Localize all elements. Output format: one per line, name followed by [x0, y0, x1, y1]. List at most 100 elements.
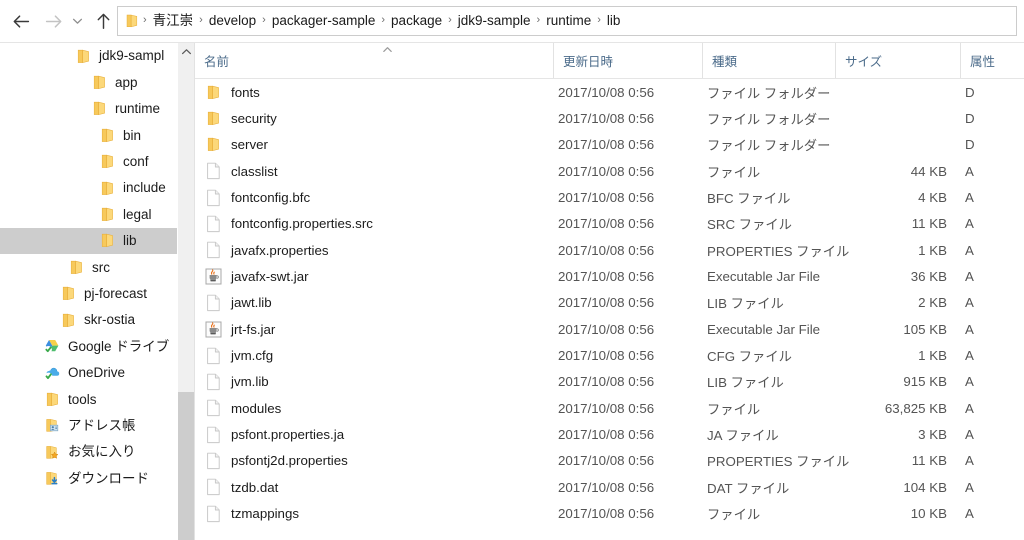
forward-button[interactable]: [40, 8, 66, 34]
nav-tree-item-bin[interactable]: bin: [0, 122, 177, 148]
file-name-cell[interactable]: modules: [205, 395, 555, 421]
file-name-cell[interactable]: classlist: [205, 158, 555, 184]
navigation-pane-scrollbar[interactable]: [177, 43, 195, 540]
file-row[interactable]: modules 2017/10/08 0:56 ファイル 63,825 KB A: [195, 395, 1024, 421]
file-name-label: javafx.properties: [231, 242, 329, 258]
file-rows: fonts 2017/10/08 0:56 ファイル フォルダー Dsecurity 2…: [195, 79, 1024, 527]
file-name-cell[interactable]: jrt-fs.jar: [205, 316, 555, 342]
file-row[interactable]: psfontj2d.properties 2017/10/08 0:56 PROPE…: [195, 448, 1024, 474]
column-header-size[interactable]: サイズ: [835, 43, 960, 78]
file-name-cell[interactable]: psfont.properties.ja: [205, 421, 555, 447]
file-name-cell[interactable]: jawt.lib: [205, 290, 555, 316]
nav-tree-item-tools[interactable]: tools: [0, 386, 177, 412]
file-name-cell[interactable]: fontconfig.bfc: [205, 184, 555, 210]
nav-tree-item-google-ドライブ[interactable]: Google ドライブ: [0, 333, 177, 359]
file-name-cell[interactable]: jvm.cfg: [205, 342, 555, 368]
chevron-down-icon: [72, 18, 82, 24]
breadcrumb: › 青江崇 › develop › packager-sample › package › jdk…: [124, 7, 625, 35]
file-row[interactable]: security 2017/10/08 0:56 ファイル フォルダー D: [195, 105, 1024, 131]
file-name-cell[interactable]: server: [205, 132, 555, 158]
breadcrumb-separator[interactable]: ›: [536, 14, 542, 26]
breadcrumb-separator[interactable]: ›: [198, 14, 204, 26]
nav-tree-item-お気に入り[interactable]: お気に入り: [0, 439, 177, 465]
file-name-cell[interactable]: javafx.properties: [205, 237, 555, 263]
nav-tree-item-src[interactable]: src: [0, 254, 177, 280]
file-row[interactable]: tzmappings 2017/10/08 0:56 ファイル 10 KB A: [195, 501, 1024, 527]
nav-tree-item-label: src: [92, 259, 110, 275]
file-name-cell[interactable]: tzmappings: [205, 501, 555, 527]
file-size-cell: 11 KB: [911, 453, 947, 469]
scrollbar-up-button[interactable]: [178, 43, 195, 60]
breadcrumb-item-6[interactable]: runtime: [541, 12, 596, 30]
breadcrumb-separator[interactable]: ›: [261, 14, 267, 26]
file-row[interactable]: tzdb.dat 2017/10/08 0:56 DAT ファイル 104 KB A: [195, 474, 1024, 500]
breadcrumb-separator[interactable]: ›: [447, 14, 453, 26]
recent-locations-button[interactable]: [68, 8, 86, 34]
breadcrumb-item-3[interactable]: packager-sample: [267, 12, 381, 30]
file-name-cell[interactable]: tzdb.dat: [205, 474, 555, 500]
file-size-cell: 36 KB: [910, 269, 947, 285]
nav-tree-item-アドレス帳[interactable]: アドレス帳: [0, 412, 177, 438]
file-row[interactable]: jrt-fs.jar 2017/10/08 0:56 Executable Jar …: [195, 316, 1024, 342]
breadcrumb-separator[interactable]: ›: [380, 14, 386, 26]
file-row[interactable]: jvm.cfg 2017/10/08 0:56 CFG ファイル 1 KB A: [195, 342, 1024, 368]
file-row[interactable]: fontconfig.bfc 2017/10/08 0:56 BFC ファイル 4 K…: [195, 184, 1024, 210]
breadcrumb-separator[interactable]: ›: [142, 14, 148, 26]
file-row[interactable]: classlist 2017/10/08 0:56 ファイル 44 KB A: [195, 158, 1024, 184]
file-row[interactable]: jvm.lib 2017/10/08 0:56 LIB ファイル 915 KB A: [195, 369, 1024, 395]
address-bar[interactable]: › 青江崇 › develop › packager-sample › package › jdk…: [117, 6, 1017, 36]
breadcrumb-item-1[interactable]: 青江崇: [148, 12, 199, 30]
nav-tree-item-onedrive[interactable]: OneDrive: [0, 360, 177, 386]
breadcrumb-item-5[interactable]: jdk9-sample: [453, 12, 536, 30]
breadcrumb-item-7[interactable]: lib: [602, 12, 626, 30]
folder-icon: [99, 127, 116, 144]
nav-tree-item-pj-forecast[interactable]: pj-forecast: [0, 281, 177, 307]
nav-tree-item-app[interactable]: app: [0, 69, 177, 95]
nav-tree-item-lib[interactable]: lib: [0, 227, 177, 255]
up-one-level-button[interactable]: [90, 8, 116, 34]
file-icon: [205, 162, 222, 180]
file-name-cell[interactable]: psfontj2d.properties: [205, 448, 555, 474]
nav-tree-item-jdk9-sampl[interactable]: jdk9-sampl: [0, 43, 177, 69]
column-header-name[interactable]: 名前: [195, 43, 553, 78]
column-header-attr[interactable]: 属性: [960, 43, 1024, 78]
file-row[interactable]: fontconfig.properties.src 2017/10/08 0:56…: [195, 211, 1024, 237]
file-name-label: security: [231, 110, 277, 126]
nav-tree-item-label: include: [123, 180, 166, 196]
column-header-date[interactable]: 更新日時: [553, 43, 702, 78]
file-row[interactable]: server 2017/10/08 0:56 ファイル フォルダー D: [195, 132, 1024, 158]
folder-icon: [91, 100, 108, 117]
folder-icon[interactable]: [124, 13, 140, 29]
nav-tree-item-conf[interactable]: conf: [0, 149, 177, 175]
file-date-cell: 2017/10/08 0:56: [558, 427, 655, 443]
file-icon: [205, 505, 222, 523]
breadcrumb-item-4[interactable]: package: [386, 12, 447, 30]
nav-tree-item-include[interactable]: include: [0, 175, 177, 201]
file-row[interactable]: psfont.properties.ja 2017/10/08 0:56 JA ファ…: [195, 421, 1024, 447]
file-row[interactable]: javafx.properties 2017/10/08 0:56 PROPERTI…: [195, 237, 1024, 263]
google-drive-icon: [44, 338, 61, 355]
file-type-cell: Executable Jar File: [707, 321, 821, 337]
scrollbar-thumb[interactable]: [178, 392, 195, 540]
file-row[interactable]: javafx-swt.jar 2017/10/08 0:56 Executable …: [195, 263, 1024, 289]
file-icon: [205, 426, 222, 444]
file-name-cell[interactable]: javafx-swt.jar: [205, 263, 555, 289]
file-row[interactable]: jawt.lib 2017/10/08 0:56 LIB ファイル 2 KB A: [195, 290, 1024, 316]
nav-tree-item-ダウンロード[interactable]: ダウンロード: [0, 465, 177, 491]
back-button[interactable]: [8, 8, 34, 34]
breadcrumb-item-2[interactable]: develop: [204, 12, 261, 30]
column-header-type[interactable]: 種類: [702, 43, 835, 78]
file-name-label: fontconfig.bfc: [231, 189, 311, 205]
file-name-cell[interactable]: jvm.lib: [205, 369, 555, 395]
file-name-cell[interactable]: fonts: [205, 79, 555, 105]
breadcrumb-separator[interactable]: ›: [596, 14, 602, 26]
file-date-cell: 2017/10/08 0:56: [558, 374, 655, 390]
file-name-cell[interactable]: fontconfig.properties.src: [205, 211, 555, 237]
file-attr-cell: A: [965, 295, 974, 311]
file-row[interactable]: fonts 2017/10/08 0:56 ファイル フォルダー D: [195, 79, 1024, 105]
file-name-cell[interactable]: security: [205, 105, 555, 131]
nav-tree-item-legal[interactable]: legal: [0, 201, 177, 227]
nav-tree-item-runtime[interactable]: runtime: [0, 96, 177, 122]
nav-tree-item-label: tools: [68, 391, 97, 407]
nav-tree-item-skr-ostia[interactable]: skr-ostia: [0, 307, 177, 333]
